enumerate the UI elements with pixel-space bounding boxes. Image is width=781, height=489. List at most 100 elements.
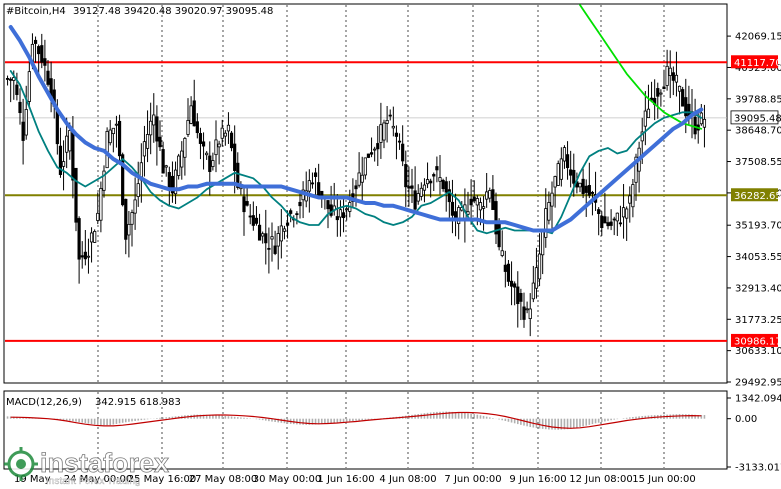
candle-body [264,233,268,244]
candle-body [612,218,616,221]
y-tick-label: 30633.10 [735,346,781,357]
candle-body [681,89,685,107]
candle-body [659,92,663,95]
candle-body [618,222,623,225]
candle-body [522,306,526,320]
candle-body [335,216,339,221]
candle-body [55,109,59,145]
candle-body [40,45,44,63]
candle-body [606,222,610,227]
candle-body [37,46,41,55]
candle-body [631,184,635,208]
candle-body [366,153,371,158]
candle-body [282,228,287,232]
candle-body [584,185,588,193]
candle-body [345,208,349,211]
candle-body [5,78,10,80]
candle-body [485,191,489,200]
y-tick-label: 38648.70 [735,126,781,137]
candle-body [537,253,542,280]
candle-body [205,152,209,156]
candle-body [369,152,374,155]
candle-body [425,179,430,185]
candle-body [164,165,168,168]
watermark-tagline: Instant Forex Trading [46,476,141,487]
candle-body [544,208,548,238]
candle-body [133,199,137,214]
candle-body [192,100,196,127]
candle-body [394,132,399,137]
candle-body [590,191,595,194]
candle-body [581,178,585,195]
x-tick-label: 15 Jun 00:00 [632,474,696,485]
candle-body [74,167,78,223]
x-tick-label: 12 Jun 08:00 [569,474,633,485]
candle-body [276,233,280,247]
candle-body [298,201,302,207]
y-tick-label: 39788.85 [735,94,781,105]
candle-body [488,190,492,199]
candle-body [404,164,408,188]
candle-body [229,132,234,149]
price-level-label: 41117.70 [734,58,781,69]
ohlc-label: 39127.48 39420.48 39020.97 39095.48 [73,6,273,17]
candle-body [317,182,321,197]
macd-y-tick-label: -3133.017 [735,463,781,474]
candle-body [500,250,504,256]
y-tick-label: 31773.25 [735,315,781,326]
candle-body [494,201,498,235]
candle-body [519,292,523,302]
candle-body [177,155,181,176]
candle-body [18,101,22,114]
watermark-brand: instaforex [40,448,169,478]
candle-body [397,140,402,143]
candle-body [152,114,156,126]
candle-body [547,202,551,221]
candle-body [114,123,119,126]
candle-body [643,110,647,127]
candle-body [376,143,380,150]
candle-body [503,264,507,272]
y-tick-label: 34053.55 [735,252,781,263]
y-tick-label: 42069.15 [735,32,781,43]
x-tick-label: 7 Jun 00:00 [444,474,501,485]
candle-body [534,267,539,289]
symbol-label: #Bitcoin,H4 [6,6,66,17]
candle-body [401,143,405,162]
price-level-label: 36282.65 [734,191,781,202]
candle-body [189,105,193,124]
candle-body [578,182,582,188]
candle-body [105,131,109,169]
candle-body [248,215,252,218]
y-tick-label: 29492.95 [735,378,781,389]
candle-body [491,189,495,210]
price-level-label: 30986.17 [734,336,781,347]
x-tick-label: 4 Jun 08:00 [379,474,436,485]
candle-body [388,114,392,117]
candle-body [550,192,554,207]
candle-body [385,120,389,124]
candle-body [198,133,203,144]
candle-body [117,120,122,157]
candle-body [469,198,473,206]
candle-body [609,221,613,226]
candle-body [68,130,72,152]
candle-body [279,225,283,242]
x-tick-label: 9 Jun 16:00 [509,474,566,485]
candle-body [145,134,150,149]
candle-body [93,231,97,243]
candle-body [24,109,28,136]
candle-body [211,160,215,167]
candle-body [506,263,511,282]
candle-body [127,223,131,236]
candle-body [329,204,333,216]
candle-body [450,201,455,216]
candle-body [80,255,84,258]
candle-body [9,78,13,81]
chart-canvas[interactable]: 42069.1540929.0039788.8538648.7037508.55… [0,0,781,489]
x-tick-label: 27 May 08:00 [189,474,258,485]
macd-y-tick-label: 1342.094 [735,394,781,405]
candle-body [628,195,632,204]
candle-body [531,282,535,300]
candle-body [251,215,255,226]
